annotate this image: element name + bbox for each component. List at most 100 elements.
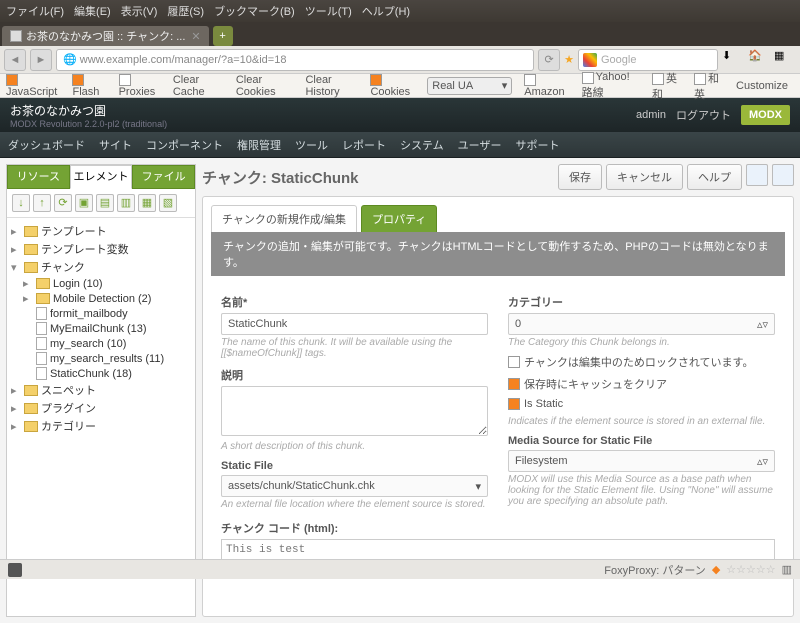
help-button[interactable]: ヘルプ (687, 164, 742, 190)
tab-files[interactable]: ファイル (132, 165, 195, 189)
duplicate-icon[interactable] (746, 164, 768, 186)
new-plugin-icon[interactable]: ▧ (159, 194, 177, 212)
tree-mobile[interactable]: ▸Mobile Detection (2) (9, 291, 193, 306)
new-snippet-icon[interactable]: ▦ (138, 194, 156, 212)
eiwa-link[interactable]: 英和 (652, 70, 682, 102)
toolbar-icon-2[interactable]: ▦ (774, 49, 796, 71)
tree-plugins[interactable]: ▸プラグイン (9, 399, 193, 417)
logout-link[interactable]: ログアウト (676, 107, 731, 123)
tree-mysearch[interactable]: my_search (10) (9, 336, 193, 351)
menu-tools[interactable]: ツール(T) (305, 3, 352, 19)
yahoo-link[interactable]: Yahoo!路線 (582, 71, 640, 99)
sidebar: リソース エレメント ファイル ↓ ↑ ⟳ ▣ ▤ ▥ ▦ ▧ ▸テンプレート … (6, 164, 196, 617)
staticfile-input[interactable]: assets/chunk/StaticChunk.chk▾ (221, 475, 488, 497)
browser-tab[interactable]: お茶のなかみつ園 :: チャンク: ... ✕ (2, 26, 209, 46)
proxies-toggle[interactable]: Proxies (119, 73, 161, 97)
nav-site[interactable]: サイト (99, 137, 132, 153)
rating-stars[interactable]: ☆☆☆☆☆ (726, 563, 775, 576)
mediasource-label: Media Source for Static File (508, 435, 775, 447)
tree-snippets[interactable]: ▸スニペット (9, 381, 193, 399)
new-chunk-icon[interactable]: ▥ (117, 194, 135, 212)
checkbox-icon (524, 74, 536, 86)
main-nav: ダッシュボード サイト コンポーネント 権限管理 ツール レポート システム ユ… (0, 132, 800, 158)
menu-file[interactable]: ファイル(F) (6, 3, 64, 19)
flash-toggle[interactable]: Flash (72, 73, 106, 97)
clear-cookies-link[interactable]: Clear Cookies (236, 74, 294, 98)
desc-input[interactable] (221, 386, 488, 436)
admin-link[interactable]: admin (636, 109, 666, 121)
customize-link[interactable]: Customize (736, 80, 788, 92)
file-icon (36, 352, 47, 365)
menu-view[interactable]: 表示(V) (121, 3, 158, 19)
category-select[interactable]: 0▵▿ (508, 313, 775, 335)
folder-icon (36, 278, 50, 289)
home-icon[interactable]: 🏠 (748, 49, 770, 71)
nav-dashboard[interactable]: ダッシュボード (8, 137, 85, 153)
delete-icon[interactable] (772, 164, 794, 186)
close-tab-icon[interactable]: ✕ (191, 30, 200, 43)
page-header: チャンク: StaticChunk 保存 キャンセル ヘルプ (202, 164, 794, 190)
reload-button[interactable]: ⟳ (538, 49, 560, 71)
tree-chunks[interactable]: ▾チャンク (9, 258, 193, 276)
tree-formit[interactable]: formit_mailbody (9, 306, 193, 321)
tree-categories[interactable]: ▸カテゴリー (9, 417, 193, 435)
page-title: チャンク: StaticChunk (202, 167, 359, 188)
status-icon[interactable] (8, 563, 22, 577)
nav-tools[interactable]: ツール (295, 137, 328, 153)
lock-checkbox[interactable]: チャンクは編集中のためロックされています。 (508, 354, 775, 370)
modx-logo[interactable]: MODX (741, 105, 790, 125)
foxyproxy-status[interactable]: FoxyProxy: パターン (604, 562, 706, 578)
waei-link[interactable]: 和英 (694, 70, 724, 102)
mediasource-select[interactable]: Filesystem▵▿ (508, 450, 775, 472)
foxyproxy-icon[interactable]: ◆ (712, 563, 720, 576)
collapse-icon[interactable]: ↑ (33, 194, 51, 212)
site-title: お茶のなかみつ園 (10, 102, 167, 119)
nav-components[interactable]: コンポーネント (146, 137, 223, 153)
new-tab-button[interactable]: + (213, 26, 233, 46)
menu-edit[interactable]: 編集(E) (74, 3, 111, 19)
nav-reports[interactable]: レポート (342, 137, 386, 153)
search-placeholder: Google (601, 54, 636, 66)
toolbar-icon-1[interactable]: ⬇ (722, 49, 744, 71)
clear-cache-link[interactable]: Clear Cache (173, 74, 224, 98)
menu-history[interactable]: 履歴(S) (167, 3, 204, 19)
expand-icon[interactable]: ↓ (12, 194, 30, 212)
search-box[interactable]: Google (578, 49, 718, 71)
tree-login[interactable]: ▸Login (10) (9, 276, 193, 291)
nav-system[interactable]: システム (400, 137, 444, 153)
nav-permissions[interactable]: 権限管理 (237, 137, 281, 153)
js-toggle[interactable]: JavaScript (6, 73, 60, 97)
menu-bookmarks[interactable]: ブックマーク(B) (214, 3, 295, 19)
tree-myemail[interactable]: MyEmailChunk (13) (9, 321, 193, 336)
back-button[interactable]: ◄ (4, 49, 26, 71)
url-input[interactable]: 🌐 www.example.com/manager/?a=10&id=18 (56, 49, 534, 71)
tab-edit-chunk[interactable]: チャンクの新規作成/編集 (211, 205, 357, 232)
tab-elements[interactable]: エレメント (70, 165, 133, 189)
cancel-button[interactable]: キャンセル (606, 164, 683, 190)
save-button[interactable]: 保存 (558, 164, 602, 190)
tab-resources[interactable]: リソース (7, 165, 70, 189)
name-input[interactable] (221, 313, 488, 335)
nav-support[interactable]: サポート (515, 137, 559, 153)
status-extra-icon[interactable]: ▥ (782, 563, 792, 576)
new-template-icon[interactable]: ▣ (75, 194, 93, 212)
clear-history-link[interactable]: Clear History (305, 74, 358, 98)
refresh-icon[interactable]: ⟳ (54, 194, 72, 212)
cookies-toggle[interactable]: Cookies (370, 73, 415, 97)
tree-templates[interactable]: ▸テンプレート (9, 222, 193, 240)
clearcache-checkbox[interactable]: 保存時にキャッシュをクリア (508, 376, 775, 392)
tree-myresults[interactable]: my_search_results (11) (9, 351, 193, 366)
checkbox-on-icon (370, 74, 382, 86)
bookmark-star-icon[interactable]: ★ (564, 53, 574, 66)
tree-staticchunk[interactable]: StaticChunk (18) (9, 366, 193, 381)
menu-help[interactable]: ヘルプ(H) (362, 3, 410, 19)
nav-users[interactable]: ユーザー (458, 137, 502, 153)
tab-properties[interactable]: プロパティ (361, 205, 437, 232)
tree-tplvars[interactable]: ▸テンプレート変数 (9, 240, 193, 258)
ua-select[interactable]: Real UA▾ (427, 77, 512, 95)
new-tv-icon[interactable]: ▤ (96, 194, 114, 212)
amazon-link[interactable]: Amazon (524, 73, 569, 97)
isstatic-checkbox[interactable]: Is Static (508, 398, 775, 410)
content-panel: チャンクの新規作成/編集 プロパティ チャンクの追加・編集が可能です。チャンクは… (202, 196, 794, 617)
file-icon (36, 367, 47, 380)
